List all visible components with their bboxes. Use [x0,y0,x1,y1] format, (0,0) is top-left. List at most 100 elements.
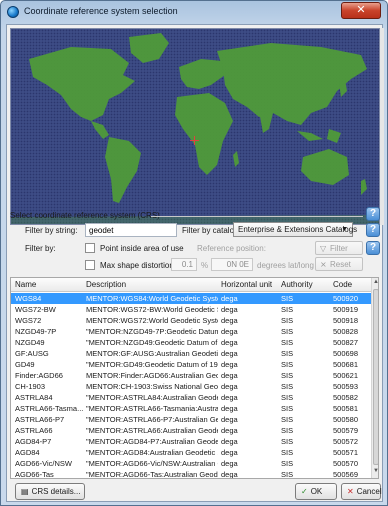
filter-button[interactable]: ▽ Filter [315,241,363,255]
cell-name: ASTRLA84 [15,393,53,402]
filter-string-input[interactable] [85,223,177,237]
cell-horizontal-unit: dega [221,426,238,435]
cell-code: 500621 [333,371,359,380]
cell-description: "MENTOR:AGD84:Australian Geodetic 1984, … [86,448,218,457]
cell-description: "MENTOR:ASTRLA66-P7:Australian Geodetic … [86,415,218,424]
help-icon: ? [369,224,377,235]
column-header-name[interactable]: Name [15,280,36,289]
cell-name: ASTRLA66-Tasma... [15,404,83,413]
table-row[interactable]: GD49 "MENTOR:GD49:Geodetic Datum of 1949,… [11,359,371,370]
dialog-window: Coordinate reference system selection ✕ [0,0,388,506]
table-row[interactable]: AGD66-Tas "MENTOR:AGD66-Tas:Australian Ge… [11,469,371,479]
crs-table[interactable]: Name Description Horizontal unit Authori… [10,277,379,479]
details-icon: ▤ [21,487,29,496]
latlong-input[interactable]: 0N 0E [211,258,253,271]
help-button-catalog[interactable]: ? [366,223,380,237]
table-row[interactable]: ASTRLA84 "MENTOR:ASTRLA84:Australian Geod… [11,392,371,403]
cell-authority: SIS [281,448,294,457]
table-row[interactable]: NZGD49 "MENTOR:NZGD49:Geodetic Datum of 1… [11,337,371,348]
column-header-code[interactable]: Code [333,280,352,289]
cell-authority: SIS [281,404,294,413]
cell-code: 500581 [333,404,359,413]
cell-name: WGS72 [15,316,42,325]
max-distortion-checkbox[interactable] [85,260,95,270]
scroll-down-icon[interactable]: ▼ [372,468,378,474]
reset-button-label: Reset [330,260,351,269]
cell-description: "MENTOR:ASTRLA66-Tasmania:Australian Geo… [86,404,218,413]
cell-code: 500918 [333,316,359,325]
cell-horizontal-unit: dega [221,349,238,358]
crs-section-title: Select coordinate reference system (CRS) [10,211,160,220]
cell-horizontal-unit: dega [221,360,238,369]
table-row[interactable]: WGS72-BW MENTOR:WGS72-BW:World Geodetic S… [11,304,371,315]
help-button-filter[interactable]: ? [366,241,380,255]
cell-description: "MENTOR:NZGD49-7P:Geodetic Datum of 1949… [86,327,218,336]
table-scrollbar[interactable]: ▲ ▼ [371,278,378,478]
cell-authority: SIS [281,316,294,325]
table-row[interactable]: CH-1903 MENTOR:CH-1903:Swiss National Geo… [11,381,371,392]
help-button[interactable]: ? [366,207,380,221]
filter-catalog-label: Filter by catalog: [182,226,241,235]
cell-name: Finder:AGD66 [15,371,63,380]
cell-description: "MENTOR:AGD66-Tas:Australian Geodetic 19… [86,470,218,479]
table-row[interactable]: ASTRLA66-P7 "MENTOR:ASTRLA66-P7:Australia… [11,414,371,425]
table-row[interactable]: ASTRLA66-Tasma... "MENTOR:ASTRLA66-Tasman… [11,403,371,414]
reset-button[interactable]: ⨯ Reset [315,257,363,271]
table-row[interactable]: NZGD49-7P "MENTOR:NZGD49-7P:Geodetic Datu… [11,326,371,337]
cell-description: MENTOR:GF:AUSG:Australian Geodetic [86,349,218,358]
cell-horizontal-unit: dega [221,338,238,347]
cell-authority: SIS [281,426,294,435]
cell-name: GF:AUSG [15,349,49,358]
cancel-label: Cancel [356,487,382,496]
column-header-description[interactable]: Description [86,280,126,289]
cell-horizontal-unit: dega [221,459,238,468]
help-icon: ? [369,208,377,219]
crs-details-button[interactable]: ▤ CRS details... [15,483,85,500]
cell-code: 500828 [333,327,359,336]
cell-authority: SIS [281,459,294,468]
close-icon: ✕ [356,4,366,16]
map-scrollbar[interactable] [380,28,384,225]
cell-code: 500582 [333,393,359,402]
column-header-authority[interactable]: Authority [281,280,313,289]
world-map[interactable] [10,28,380,225]
cell-authority: SIS [281,349,294,358]
point-inside-checkbox[interactable] [85,243,95,253]
cell-authority: SIS [281,415,294,424]
cell-code: 500593 [333,382,359,391]
cell-name: AGD84-P7 [15,437,52,446]
table-row[interactable]: AGD84 "MENTOR:AGD84:Australian Geodetic 1… [11,447,371,458]
cell-horizontal-unit: dega [221,404,238,413]
cell-name: AGD66-Tas [15,470,54,479]
cell-name: WGS72-BW [15,305,56,314]
distortion-input[interactable]: 0.1 [171,258,197,271]
cell-authority: SIS [281,360,294,369]
cell-horizontal-unit: dega [221,305,238,314]
scrollbar-thumb[interactable] [373,289,378,465]
table-row[interactable]: WGS84 MENTOR:WGS84:World Geodetic System … [11,293,371,304]
cell-description: MENTOR:WGS84:World Geodetic System 1984 [86,294,218,303]
reference-position-marker [190,136,199,145]
cancel-button[interactable]: ✕ Cancel [341,483,382,500]
table-row[interactable]: Finder:AGD66 MENTOR:Finder:AGD66:Australi… [11,370,371,381]
column-header-horizontal-unit[interactable]: Horizontal unit [221,280,272,289]
cell-code: 500579 [333,426,359,435]
cell-description: MENTOR:WGS72-BW:World Geodetic System 19… [86,305,218,314]
close-button[interactable]: ✕ [341,2,381,19]
cell-authority: SIS [281,382,294,391]
scroll-up-icon[interactable]: ▲ [372,279,378,285]
point-inside-label: Point inside area of use [100,244,184,253]
table-row[interactable]: GF:AUSG MENTOR:GF:AUSG:Australian Geodeti… [11,348,371,359]
cell-horizontal-unit: dega [221,294,238,303]
dialog-client: Select coordinate reference system (CRS)… [6,24,384,502]
catalog-dropdown[interactable]: Enterprise & Extensions Catalogs ▼ [233,222,357,237]
table-row[interactable]: WGS72 MENTOR:WGS72:World Geodetic System … [11,315,371,326]
ok-button[interactable]: ✓ OK [295,483,337,500]
cell-name: NZGD49-7P [15,327,57,336]
table-row[interactable]: AGD84-P7 "MENTOR:AGD84-P7:Australian Geod… [11,436,371,447]
table-row[interactable]: ASTRLA66 "MENTOR:ASTRLA66:Australian Geod… [11,425,371,436]
table-row[interactable]: AGD66-Vic/NSW "MENTOR:AGD66-Vic/NSW:Austr… [11,458,371,469]
cell-name: WGS84 [15,294,42,303]
title-bar[interactable]: Coordinate reference system selection ✕ [1,1,387,23]
cell-horizontal-unit: dega [221,415,238,424]
